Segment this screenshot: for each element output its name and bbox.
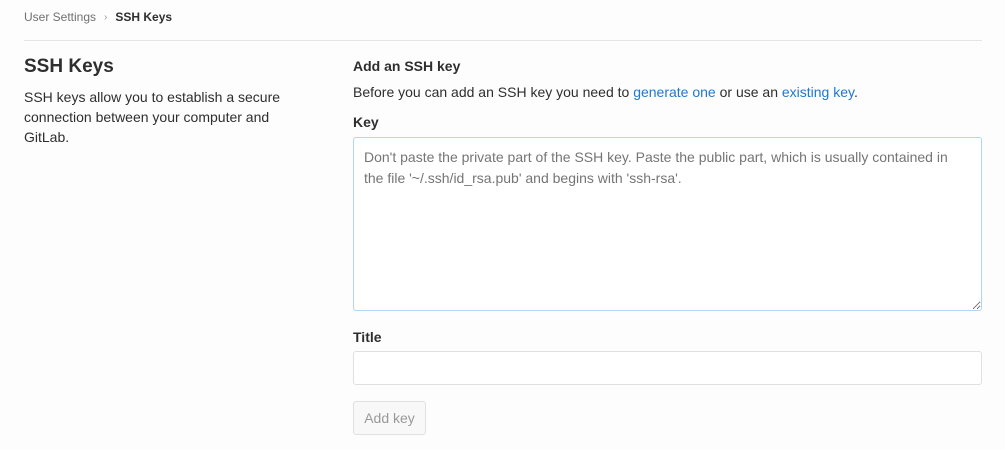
section-title: SSH Keys: [24, 56, 114, 77]
key-label: Key: [353, 114, 379, 130]
intro-text: or use an: [715, 84, 782, 100]
generate-one-link[interactable]: generate one: [633, 84, 716, 100]
form-intro: Before you can add an SSH key you need t…: [353, 84, 858, 100]
breadcrumb-user-settings[interactable]: User Settings: [24, 10, 96, 24]
add-key-button[interactable]: Add key: [353, 401, 426, 435]
divider: [24, 40, 982, 41]
intro-text: Before you can add an SSH key you need t…: [353, 84, 634, 100]
chevron-right-icon: ›: [104, 11, 108, 23]
section-description: SSH keys allow you to establish a secure…: [24, 89, 281, 145]
intro-text: .: [853, 84, 858, 100]
existing-key-link[interactable]: existing key: [782, 84, 854, 100]
breadcrumb-ssh-keys[interactable]: SSH Keys: [115, 10, 172, 24]
form-heading: Add an SSH key: [353, 58, 461, 74]
breadcrumb: User Settings › SSH Keys: [24, 10, 172, 24]
title-input[interactable]: [353, 351, 982, 385]
key-textarea[interactable]: [353, 137, 982, 311]
title-label: Title: [353, 329, 382, 345]
